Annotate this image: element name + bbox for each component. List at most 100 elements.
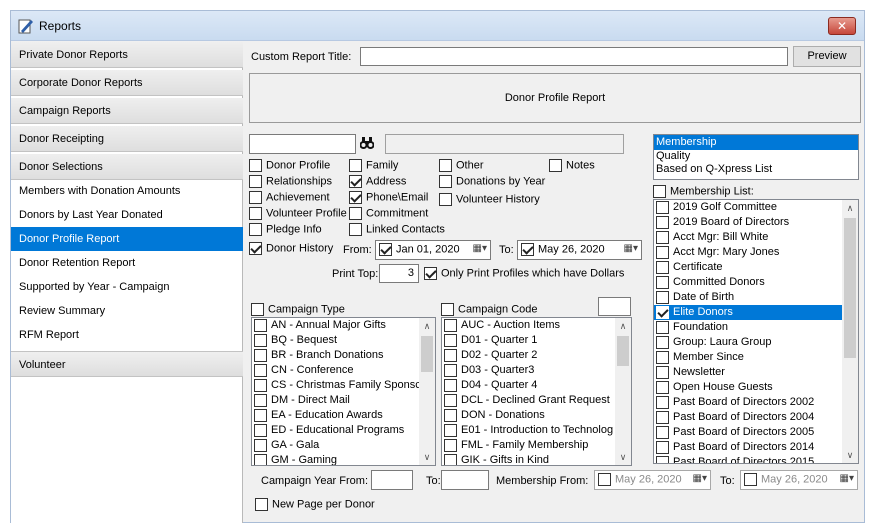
campaign-type-scrollbar[interactable]: ∧ ∨ (419, 318, 435, 465)
custom-title-input[interactable] (360, 47, 788, 66)
checkbox-box[interactable] (656, 380, 669, 394)
list-item[interactable]: 2019 Golf Committee (654, 200, 858, 215)
calendar-dropdown-icon[interactable]: ▦▾ (693, 473, 707, 484)
checkbox-box[interactable] (249, 191, 262, 204)
checkbox-box[interactable] (424, 267, 437, 280)
checkbox-box[interactable] (656, 215, 669, 229)
campaign-type-checkbox[interactable]: Campaign Type (251, 303, 345, 316)
checkbox-box[interactable] (656, 260, 669, 274)
scroll-down-icon[interactable]: ∨ (842, 447, 858, 463)
checkbox-box[interactable] (444, 423, 457, 437)
scroll-down-icon[interactable]: ∨ (419, 449, 435, 465)
checkbox-box[interactable] (656, 335, 669, 349)
sidebar-header-private-donor[interactable]: Private Donor Reports (11, 42, 243, 68)
list-item[interactable]: Committed Donors (654, 275, 858, 290)
list-item[interactable]: AN - Annual Major Gifts (252, 318, 435, 333)
volunteer-profile-checkbox[interactable]: Volunteer Profile (249, 207, 347, 220)
calendar-dropdown-icon[interactable]: ▦▾ (624, 243, 638, 254)
list-item[interactable]: Foundation (654, 320, 858, 335)
list-item[interactable]: Certificate (654, 260, 858, 275)
linked-contacts-checkbox[interactable]: Linked Contacts (349, 223, 445, 236)
list-item[interactable]: E01 - Introduction to Technolog (442, 423, 631, 438)
notes-checkbox[interactable]: Notes (549, 159, 595, 172)
list-item[interactable]: Past Board of Directors 2004 (654, 410, 858, 425)
calendar-dropdown-icon[interactable]: ▦▾ (840, 473, 854, 484)
membership-to-enable-checkbox[interactable] (744, 473, 757, 486)
scroll-up-icon[interactable]: ∧ (615, 318, 631, 334)
checkbox-box[interactable] (444, 393, 457, 407)
sidebar-item-rfm-report[interactable]: RFM Report (11, 323, 243, 347)
list-item[interactable]: EA - Education Awards (252, 408, 435, 423)
checkbox-box[interactable] (249, 242, 262, 255)
checkbox-box[interactable] (656, 395, 669, 409)
list-item[interactable]: ED - Educational Programs (252, 423, 435, 438)
list-item[interactable]: D04 - Quarter 4 (442, 378, 631, 393)
list-item[interactable]: Past Board of Directors 2002 (654, 395, 858, 410)
list-item[interactable]: FML - Family Membership (442, 438, 631, 453)
sidebar-header-donor-selections[interactable]: Donor Selections (11, 154, 243, 180)
checkbox-box[interactable] (656, 350, 669, 364)
checkbox-box[interactable] (349, 175, 362, 188)
donations-by-year-checkbox[interactable]: Donations by Year (439, 175, 545, 188)
list-item[interactable]: Membership (654, 135, 858, 150)
checkbox-box[interactable] (656, 425, 669, 439)
from-date-enable-checkbox[interactable] (379, 243, 392, 256)
list-item[interactable]: DCL - Declined Grant Request (442, 393, 631, 408)
donor-history-checkbox[interactable]: Donor History (249, 242, 333, 255)
checkbox-box[interactable] (349, 207, 362, 220)
sidebar-item-donor-retention-report[interactable]: Donor Retention Report (11, 251, 243, 275)
list-item[interactable]: DON - Donations (442, 408, 631, 423)
binoculars-icon[interactable] (360, 136, 374, 150)
scroll-thumb[interactable] (844, 218, 856, 358)
membership-list-checkbox[interactable]: Membership List: (653, 185, 754, 198)
list-item[interactable]: BR - Branch Donations (252, 348, 435, 363)
sidebar-header-corporate-donor[interactable]: Corporate Donor Reports (11, 70, 243, 96)
checkbox-box[interactable] (249, 159, 262, 172)
donor-search-input[interactable] (249, 134, 356, 154)
checkbox-box[interactable] (656, 305, 669, 319)
campaign-code-checkbox[interactable]: Campaign Code (441, 303, 538, 316)
checkbox-box[interactable] (444, 363, 457, 377)
checkbox-box[interactable] (656, 365, 669, 379)
checkbox-box[interactable] (254, 423, 267, 437)
checkbox-box[interactable] (656, 440, 669, 454)
scroll-down-icon[interactable]: ∨ (615, 449, 631, 465)
to-date-enable-checkbox[interactable] (521, 243, 534, 256)
list-item[interactable]: CN - Conference (252, 363, 435, 378)
checkbox-box[interactable] (441, 303, 454, 316)
checkbox-box[interactable] (656, 200, 669, 214)
membership-source-list[interactable]: Membership Quality Based on Q-Xpress Lis… (653, 134, 859, 180)
checkbox-box[interactable] (549, 159, 562, 172)
checkbox-box[interactable] (656, 245, 669, 259)
checkbox-box[interactable] (439, 159, 452, 172)
new-page-per-donor-checkbox[interactable]: New Page per Donor (255, 498, 375, 511)
address-checkbox[interactable]: Address (349, 175, 406, 188)
checkbox-box[interactable] (254, 408, 267, 422)
campaign-code-filter-input[interactable] (598, 297, 631, 316)
close-button[interactable]: ✕ (828, 17, 856, 35)
checkbox-box[interactable] (255, 498, 268, 511)
checkbox-box[interactable] (444, 318, 457, 332)
campaign-code-scrollbar[interactable]: ∧ ∨ (615, 318, 631, 465)
list-item[interactable]: Past Board of Directors 2005 (654, 425, 858, 440)
checkbox-box[interactable] (444, 438, 457, 452)
checkbox-box[interactable] (249, 175, 262, 188)
campaign-year-from-input[interactable] (371, 470, 413, 490)
scroll-up-icon[interactable]: ∧ (842, 200, 858, 216)
list-item[interactable]: D03 - Quarter3 (442, 363, 631, 378)
list-item[interactable]: GM - Gaming (252, 453, 435, 465)
checkbox-box[interactable] (656, 320, 669, 334)
checkbox-box[interactable] (444, 348, 457, 362)
checkbox-box[interactable] (349, 159, 362, 172)
membership-from-date-picker[interactable]: May 26, 2020 ▦▾ (594, 470, 711, 490)
checkbox-box[interactable] (254, 453, 267, 465)
checkbox-box[interactable] (444, 408, 457, 422)
other-checkbox[interactable]: Other (439, 159, 484, 172)
list-item[interactable]: AUC - Auction Items (442, 318, 631, 333)
checkbox-box[interactable] (349, 191, 362, 204)
sidebar-header-donor-receipting[interactable]: Donor Receipting (11, 126, 243, 152)
checkbox-box[interactable] (653, 185, 666, 198)
relationships-checkbox[interactable]: Relationships (249, 175, 332, 188)
checkbox-box[interactable] (656, 275, 669, 289)
sidebar-item-review-summary[interactable]: Review Summary (11, 299, 243, 323)
